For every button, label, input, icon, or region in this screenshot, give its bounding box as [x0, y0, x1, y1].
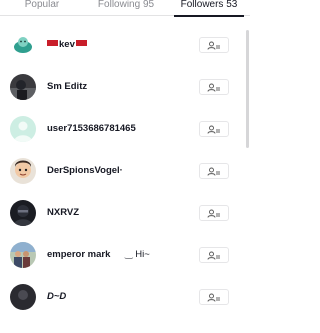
follower-name[interactable]: user7153686781465	[47, 123, 136, 134]
avatar[interactable]	[10, 242, 36, 268]
follower-name[interactable]: NXRVZ	[47, 207, 79, 218]
add-follow-button[interactable]	[199, 289, 229, 305]
active-tab-indicator	[174, 15, 244, 17]
avatar[interactable]	[10, 284, 36, 310]
list-item[interactable]: kev	[0, 24, 250, 66]
add-user-icon	[207, 209, 220, 218]
add-user-icon	[207, 41, 220, 50]
list-item[interactable]: user7153686781465	[0, 108, 250, 150]
tab-followers[interactable]: Followers 53	[168, 0, 250, 17]
tab-popular[interactable]: Popular	[0, 0, 84, 16]
tab-popular-label: Popular	[24, 0, 60, 10]
add-follow-button[interactable]	[199, 121, 229, 137]
list-item[interactable]: DerSpionsVogel·	[0, 150, 250, 192]
follower-name[interactable]: DerSpionsVogel·	[47, 165, 123, 176]
avatar[interactable]	[10, 158, 36, 184]
flag-icon	[47, 40, 58, 46]
add-follow-button[interactable]	[199, 79, 229, 95]
follower-name[interactable]: kev	[47, 39, 87, 50]
list-item[interactable]: Sm Editz	[0, 66, 250, 108]
follower-name[interactable]: D~D	[47, 291, 66, 302]
followers-list[interactable]: kev Sm Editz user7153686781465 DerSpions…	[0, 24, 250, 318]
add-user-icon	[207, 125, 220, 134]
scrollbar[interactable]	[246, 30, 249, 148]
add-follow-button[interactable]	[199, 163, 229, 179]
add-user-icon	[207, 167, 220, 176]
avatar[interactable]	[10, 74, 36, 100]
list-item[interactable]: NXRVZ	[0, 192, 250, 234]
avatar[interactable]	[10, 116, 36, 142]
add-follow-button[interactable]	[199, 205, 229, 221]
follower-name-suffix: ‿ Hi~	[125, 249, 150, 260]
follower-name[interactable]: emperor mark	[47, 249, 110, 260]
list-item[interactable]: D~D	[0, 276, 250, 318]
follower-name[interactable]: Sm Editz	[47, 81, 87, 92]
add-follow-button[interactable]	[199, 37, 229, 53]
add-user-icon	[207, 293, 220, 302]
flag-icon	[75, 40, 87, 46]
tab-bar: Popular Following 95 Followers 53	[0, 0, 250, 17]
tab-following[interactable]: Following 95	[84, 0, 168, 16]
avatar[interactable]	[10, 32, 36, 58]
add-user-icon	[207, 83, 220, 92]
add-user-icon	[207, 251, 220, 260]
add-follow-button[interactable]	[199, 247, 229, 263]
list-item[interactable]: emperor mark ‿ Hi~	[0, 234, 250, 276]
avatar[interactable]	[10, 200, 36, 226]
tab-following-label: Following 95	[97, 0, 155, 10]
tab-followers-label: Followers 53	[180, 0, 238, 10]
